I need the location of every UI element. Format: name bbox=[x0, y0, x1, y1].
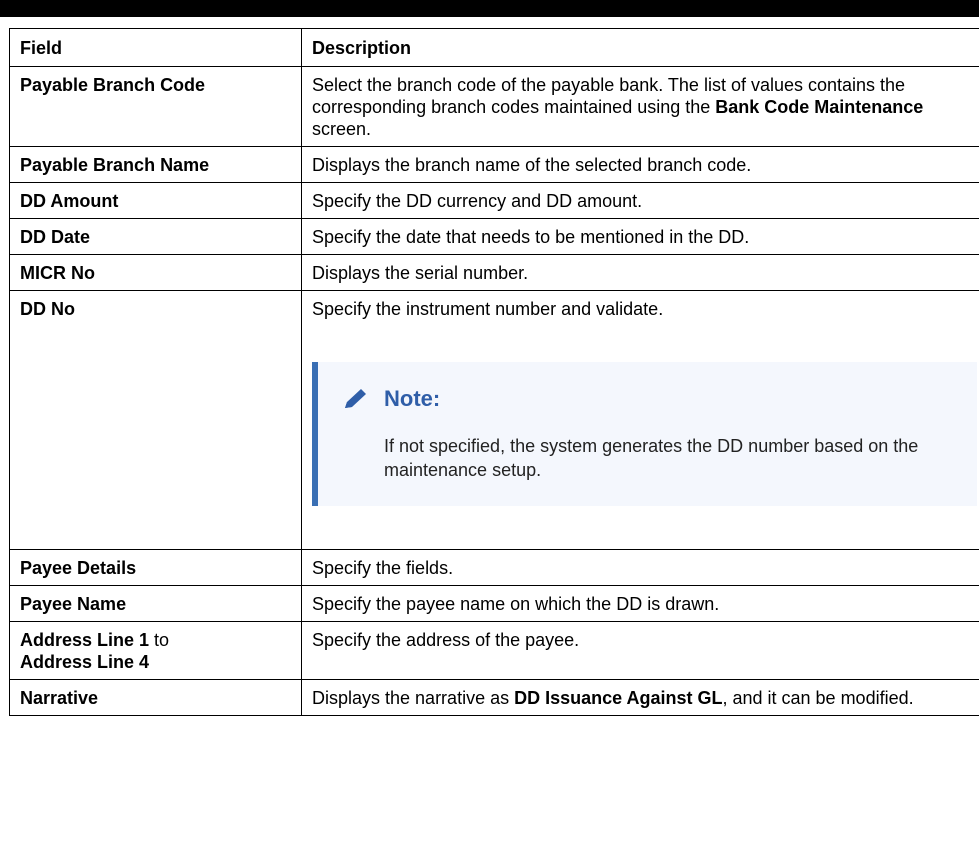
field-description: Specify the DD currency and DD amount. bbox=[301, 182, 979, 219]
header-field: Field bbox=[9, 28, 302, 67]
screen-name: Bank Code Maintenance bbox=[715, 97, 924, 117]
header-description: Description bbox=[301, 28, 979, 67]
field-name: Payee Name bbox=[9, 585, 302, 622]
field-name: Payable Branch Name bbox=[9, 146, 302, 183]
description-text: screen. bbox=[312, 119, 372, 139]
field-name-part: Address Line 1 bbox=[20, 630, 150, 650]
table-row: Payee Details Specify the fields. bbox=[9, 549, 979, 586]
description-text: Displays the narrative as bbox=[312, 688, 515, 708]
table-row: DD No Specify the instrument number and … bbox=[9, 290, 979, 550]
table-header-row: Field Description bbox=[9, 28, 979, 67]
field-name: MICR No bbox=[9, 254, 302, 291]
description-text: Specify the instrument number and valida… bbox=[312, 299, 664, 319]
field-description: Specify the fields. bbox=[301, 549, 979, 586]
field-name: Address Line 1 to Address Line 4 bbox=[9, 621, 302, 680]
field-name: Narrative bbox=[9, 679, 302, 716]
table-row: Payee Name Specify the payee name on whi… bbox=[9, 585, 979, 622]
note-body: If not specified, the system generates t… bbox=[384, 436, 919, 480]
field-description: Displays the branch name of the selected… bbox=[301, 146, 979, 183]
field-name-connector: to bbox=[149, 630, 170, 650]
field-name: DD Date bbox=[9, 218, 302, 255]
field-description-table: Field Description Payable Branch Code Se… bbox=[9, 28, 979, 716]
field-description: Specify the payee name on which the DD i… bbox=[301, 585, 979, 622]
field-name: Payable Branch Code bbox=[9, 66, 302, 147]
field-description: Displays the serial number. bbox=[301, 254, 979, 291]
narrative-value: DD Issuance Against GL bbox=[514, 688, 723, 708]
table-row: Payable Branch Name Displays the branch … bbox=[9, 146, 979, 183]
field-description: Specify the instrument number and valida… bbox=[301, 290, 979, 550]
pencil-icon bbox=[345, 389, 366, 408]
field-name-part: Address Line 4 bbox=[20, 652, 150, 672]
top-rule bbox=[0, 0, 979, 17]
field-name: DD No bbox=[9, 290, 302, 550]
note-title: Note: bbox=[384, 386, 441, 411]
description-text: , and it can be modified. bbox=[722, 688, 914, 708]
field-description: Specify the address of the payee. bbox=[301, 621, 979, 680]
table-row: MICR No Displays the serial number. bbox=[9, 254, 979, 291]
note-box: Note: If not specified, the system gener… bbox=[312, 362, 977, 506]
table-row: DD Amount Specify the DD currency and DD… bbox=[9, 182, 979, 219]
field-description: Specify the date that needs to be mentio… bbox=[301, 218, 979, 255]
field-description: Displays the narrative as DD Issuance Ag… bbox=[301, 679, 979, 716]
table-row: Narrative Displays the narrative as DD I… bbox=[9, 679, 979, 716]
table-row: DD Date Specify the date that needs to b… bbox=[9, 218, 979, 255]
field-name: Payee Details bbox=[9, 549, 302, 586]
note-header: Note: bbox=[342, 386, 977, 412]
table-row: Address Line 1 to Address Line 4 Specify… bbox=[9, 621, 979, 680]
table-row: Payable Branch Code Select the branch co… bbox=[9, 66, 979, 147]
field-name: DD Amount bbox=[9, 182, 302, 219]
field-description: Select the branch code of the payable ba… bbox=[301, 66, 979, 147]
